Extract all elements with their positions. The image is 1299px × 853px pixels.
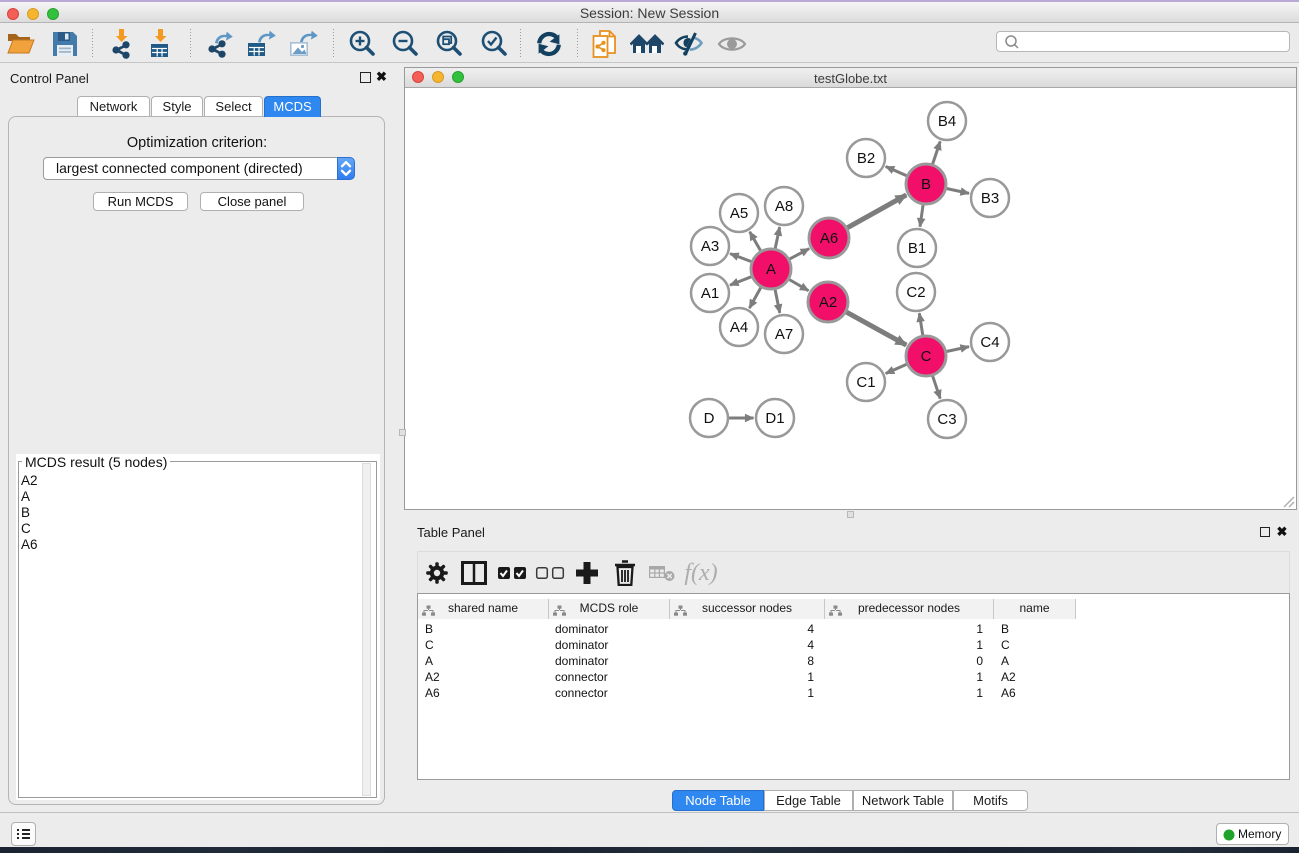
svg-text:C1: C1 xyxy=(856,374,875,391)
svg-text:C3: C3 xyxy=(937,411,956,428)
svg-text:A: A xyxy=(766,261,776,278)
svg-text:B3: B3 xyxy=(981,190,999,207)
svg-text:C2: C2 xyxy=(906,284,925,301)
svg-text:C: C xyxy=(921,348,932,365)
svg-text:B2: B2 xyxy=(857,150,875,167)
svg-text:D1: D1 xyxy=(765,410,784,427)
svg-text:A7: A7 xyxy=(775,326,793,343)
svg-text:B4: B4 xyxy=(938,113,956,130)
svg-text:A2: A2 xyxy=(819,294,837,311)
svg-text:A8: A8 xyxy=(775,198,793,215)
svg-text:A1: A1 xyxy=(701,285,719,302)
svg-text:A5: A5 xyxy=(730,205,748,222)
svg-text:A4: A4 xyxy=(730,319,748,336)
svg-text:C4: C4 xyxy=(980,334,999,351)
svg-text:A3: A3 xyxy=(701,238,719,255)
svg-text:D: D xyxy=(704,410,715,427)
svg-text:B1: B1 xyxy=(908,240,926,257)
svg-text:B: B xyxy=(921,176,931,193)
svg-text:A6: A6 xyxy=(820,230,838,247)
